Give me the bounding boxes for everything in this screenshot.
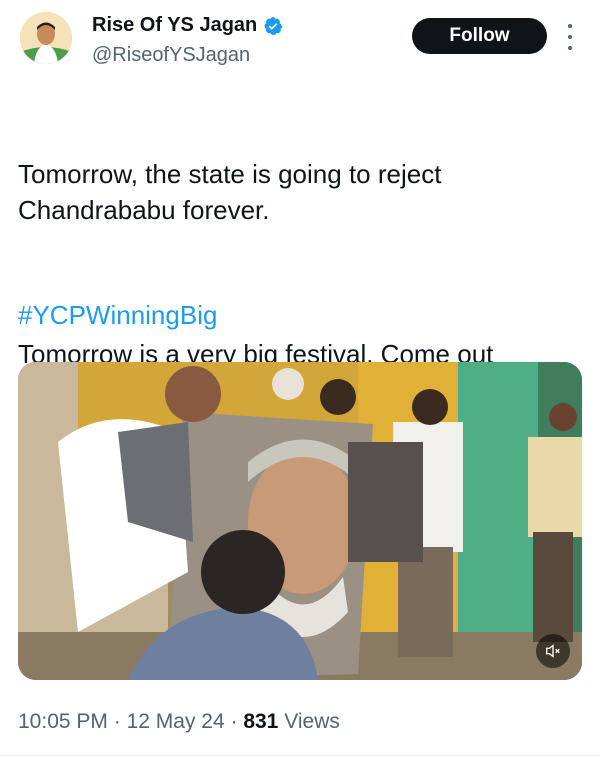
tweet-date[interactable]: 12 May 24 xyxy=(127,710,225,734)
divider xyxy=(0,755,600,756)
video-player[interactable] xyxy=(18,362,582,680)
mute-button[interactable] xyxy=(536,634,570,668)
tweet-paragraph-1: Tomorrow, the state is going to reject C… xyxy=(18,159,442,225)
avatar-image xyxy=(20,12,72,64)
views-label: Views xyxy=(284,710,340,733)
author-handle[interactable]: @RiseofYSJagan xyxy=(92,44,250,67)
verified-badge-icon xyxy=(264,16,283,35)
more-vertical-icon[interactable] xyxy=(562,24,578,50)
video-frame xyxy=(18,362,582,680)
meta-separator: · xyxy=(113,710,121,733)
follow-button[interactable]: Follow xyxy=(412,18,547,54)
speaker-muted-icon xyxy=(546,644,560,658)
views-count: 831 xyxy=(243,710,279,733)
tweet-time[interactable]: 10:05 PM xyxy=(18,710,108,734)
tweet-metadata: 10:05 PM · 12 May 24 · 831 Views xyxy=(18,710,340,734)
meta-separator: · xyxy=(230,710,238,733)
avatar[interactable] xyxy=(20,12,72,64)
author-display-name[interactable]: Rise Of YS Jagan xyxy=(92,14,257,37)
hashtag-link[interactable]: #YCPWinningBig xyxy=(18,300,217,331)
